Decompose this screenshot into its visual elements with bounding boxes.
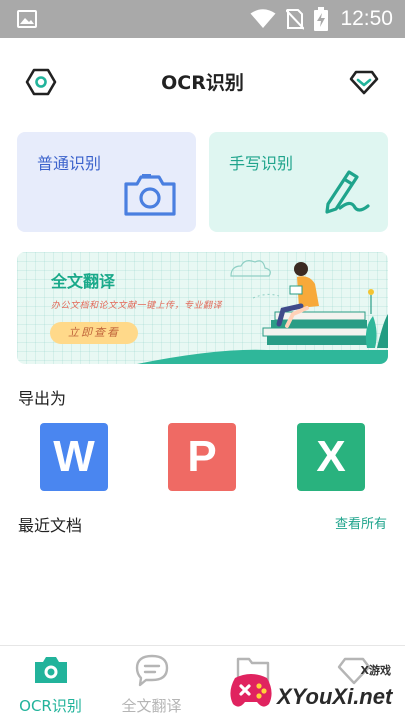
- word-letter: W: [53, 432, 95, 481]
- ppt-letter: P: [187, 432, 217, 481]
- handwriting-recognition-label: 手写识别: [229, 154, 294, 173]
- banner-subtitle: 办公文档和论文文献一键上传，专业翻译: [51, 301, 223, 311]
- export-excel-button[interactable]: X: [297, 423, 365, 491]
- banner-title: 全文翻译: [51, 272, 116, 291]
- battery-charging-icon: [314, 7, 329, 31]
- camera-tab-icon: [34, 657, 67, 683]
- view-now-button[interactable]: 立即查看: [50, 322, 138, 344]
- tab-ocr-label: OCR识别: [19, 697, 82, 715]
- pen-icon: [325, 170, 370, 214]
- wifi-icon: [250, 9, 276, 28]
- handwriting-recognition-card[interactable]: 手写识别: [209, 132, 388, 232]
- vip-button[interactable]: [345, 63, 383, 101]
- normal-recognition-label: 普通识别: [37, 154, 102, 173]
- app-header: OCR识别: [0, 55, 405, 107]
- tab-ocr[interactable]: OCR识别: [0, 646, 101, 720]
- watermark-brand: XYouXi.net: [277, 684, 393, 709]
- tab-translate-label: 全文翻译: [121, 697, 182, 715]
- gamepad-logo-icon: [230, 674, 272, 707]
- excel-letter: X: [316, 432, 346, 481]
- recent-documents-title: 最近文档: [18, 516, 83, 535]
- status-bar: 12:50: [0, 0, 405, 38]
- image-icon: [17, 10, 37, 28]
- no-sim-icon: [286, 9, 305, 30]
- watermark-small-text: X游戏: [360, 664, 391, 677]
- export-word-button[interactable]: W: [40, 423, 108, 491]
- chat-bubble-icon: [135, 654, 168, 687]
- view-all-link[interactable]: 查看所有: [335, 513, 387, 532]
- status-time: 12:50: [340, 7, 393, 30]
- normal-recognition-card[interactable]: 普通识别: [17, 132, 196, 232]
- vip-diamond-icon: [349, 70, 379, 95]
- tab-translate[interactable]: 全文翻译: [101, 646, 202, 720]
- site-watermark: X游戏 XYouXi.net: [223, 656, 401, 718]
- camera-icon: [124, 174, 176, 216]
- export-ppt-button[interactable]: P: [168, 423, 236, 491]
- export-section-title: 导出为: [18, 389, 67, 408]
- translation-banner[interactable]: 全文翻译 办公文档和论文文献一键上传，专业翻译 立即查看: [17, 252, 388, 364]
